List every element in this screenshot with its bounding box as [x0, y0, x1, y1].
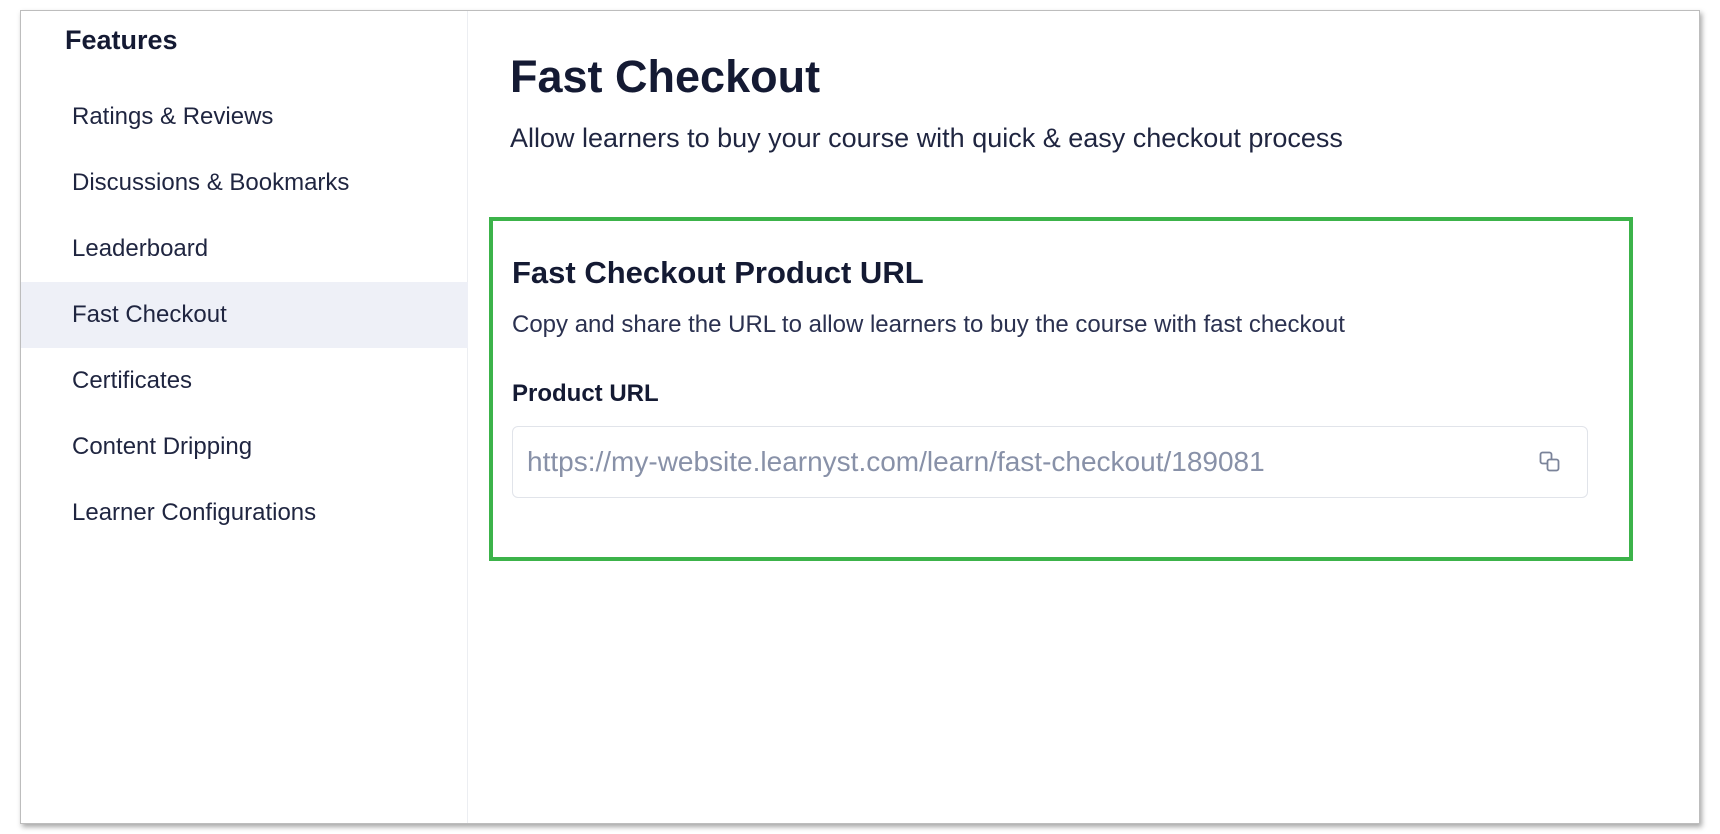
- main-content: Fast Checkout Allow learners to buy your…: [468, 11, 1699, 823]
- card-title: Fast Checkout Product URL: [512, 255, 924, 290]
- features-nav: Ratings & Reviews Discussions & Bookmark…: [21, 84, 468, 546]
- sidebar-item-certificates[interactable]: Certificates: [21, 348, 468, 414]
- sidebar-item-fast-checkout[interactable]: Fast Checkout: [21, 282, 468, 348]
- page-subtitle: Allow learners to buy your course with q…: [510, 123, 1343, 153]
- app-window: Features Ratings & Reviews Discussions &…: [20, 10, 1700, 824]
- sidebar-item-learner-configurations[interactable]: Learner Configurations: [21, 480, 468, 546]
- product-url-input[interactable]: [527, 427, 1487, 497]
- page-title: Fast Checkout: [510, 51, 821, 102]
- sidebar-item-content-dripping[interactable]: Content Dripping: [21, 414, 468, 480]
- card-description: Copy and share the URL to allow learners…: [512, 311, 1345, 338]
- sidebar-heading: Features: [65, 25, 178, 55]
- product-url-label: Product URL: [512, 380, 659, 407]
- copy-icon[interactable]: [1539, 451, 1561, 473]
- sidebar-item-discussions-bookmarks[interactable]: Discussions & Bookmarks: [21, 150, 468, 216]
- features-sidebar: Features Ratings & Reviews Discussions &…: [21, 11, 468, 823]
- product-url-field: [512, 426, 1588, 498]
- sidebar-item-leaderboard[interactable]: Leaderboard: [21, 216, 468, 282]
- sidebar-item-ratings-reviews[interactable]: Ratings & Reviews: [21, 84, 468, 150]
- product-url-card: Fast Checkout Product URL Copy and share…: [489, 217, 1633, 561]
